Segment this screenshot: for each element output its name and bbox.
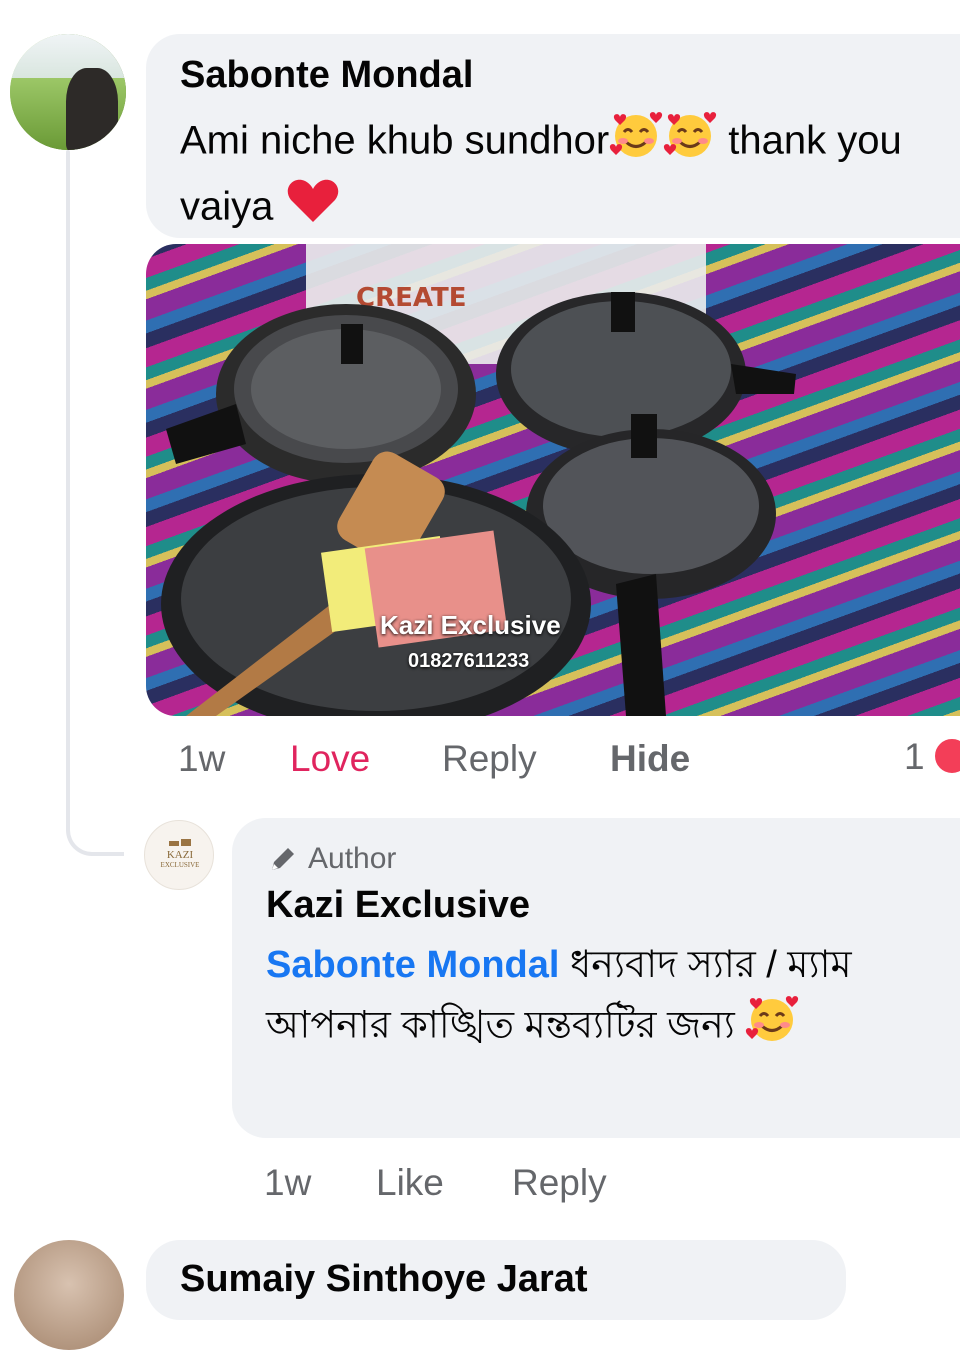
love-reaction-icon[interactable] — [932, 736, 960, 776]
avatar-person — [66, 68, 118, 150]
comment-photo[interactable]: CREATE — [146, 244, 960, 716]
reply-author-name[interactable]: Kazi Exclusive — [266, 884, 530, 927]
like-button[interactable]: Like — [376, 1162, 444, 1204]
author-avatar[interactable]: KAZI EXCLUSIVE — [144, 820, 214, 890]
comment-text: Ami niche khub sundhor thank you vaiya — [180, 110, 940, 242]
pencil-icon — [272, 848, 294, 870]
thread-line — [66, 150, 70, 830]
reply-text: Sabonte Mondal ধন্যবাদ স্যার / ম্যাম আপন… — [266, 936, 936, 1061]
hide-button[interactable]: Hide — [610, 738, 690, 780]
mention-link[interactable]: Sabonte Mondal — [266, 944, 559, 986]
red-heart-icon — [285, 176, 341, 242]
reply-button[interactable]: Reply — [442, 738, 537, 780]
comment-text-part-1: Ami niche khub sundhor — [180, 118, 610, 163]
photo-watermark-phone: 01827611233 — [408, 650, 530, 672]
avatar-logo-text-top: KAZI — [166, 849, 194, 861]
cookware-illustration: CREATE — [161, 244, 796, 716]
smiling-face-with-hearts-icon — [745, 994, 799, 1061]
reaction-count[interactable]: 1 — [904, 736, 925, 778]
comment-author-name[interactable]: Sabonte Mondal — [180, 54, 473, 97]
comment-timestamp[interactable]: 1w — [178, 738, 225, 780]
reply-timestamp[interactable]: 1w — [264, 1162, 311, 1204]
avatar-logo-text-bottom: EXCLUSIVE — [160, 861, 200, 869]
love-button[interactable]: Love — [290, 738, 370, 780]
avatar[interactable] — [14, 1240, 124, 1350]
smiling-face-with-hearts-icon — [609, 110, 663, 176]
thread-branch — [66, 826, 124, 856]
smiling-face-with-hearts-icon — [663, 110, 717, 176]
reply-button[interactable]: Reply — [512, 1162, 607, 1204]
avatar[interactable] — [10, 34, 126, 150]
cookware-logo-icon — [169, 839, 191, 846]
avatar-sky — [10, 34, 126, 78]
author-badge: Author — [308, 842, 397, 875]
photo-watermark-name: Kazi Exclusive — [380, 610, 561, 640]
